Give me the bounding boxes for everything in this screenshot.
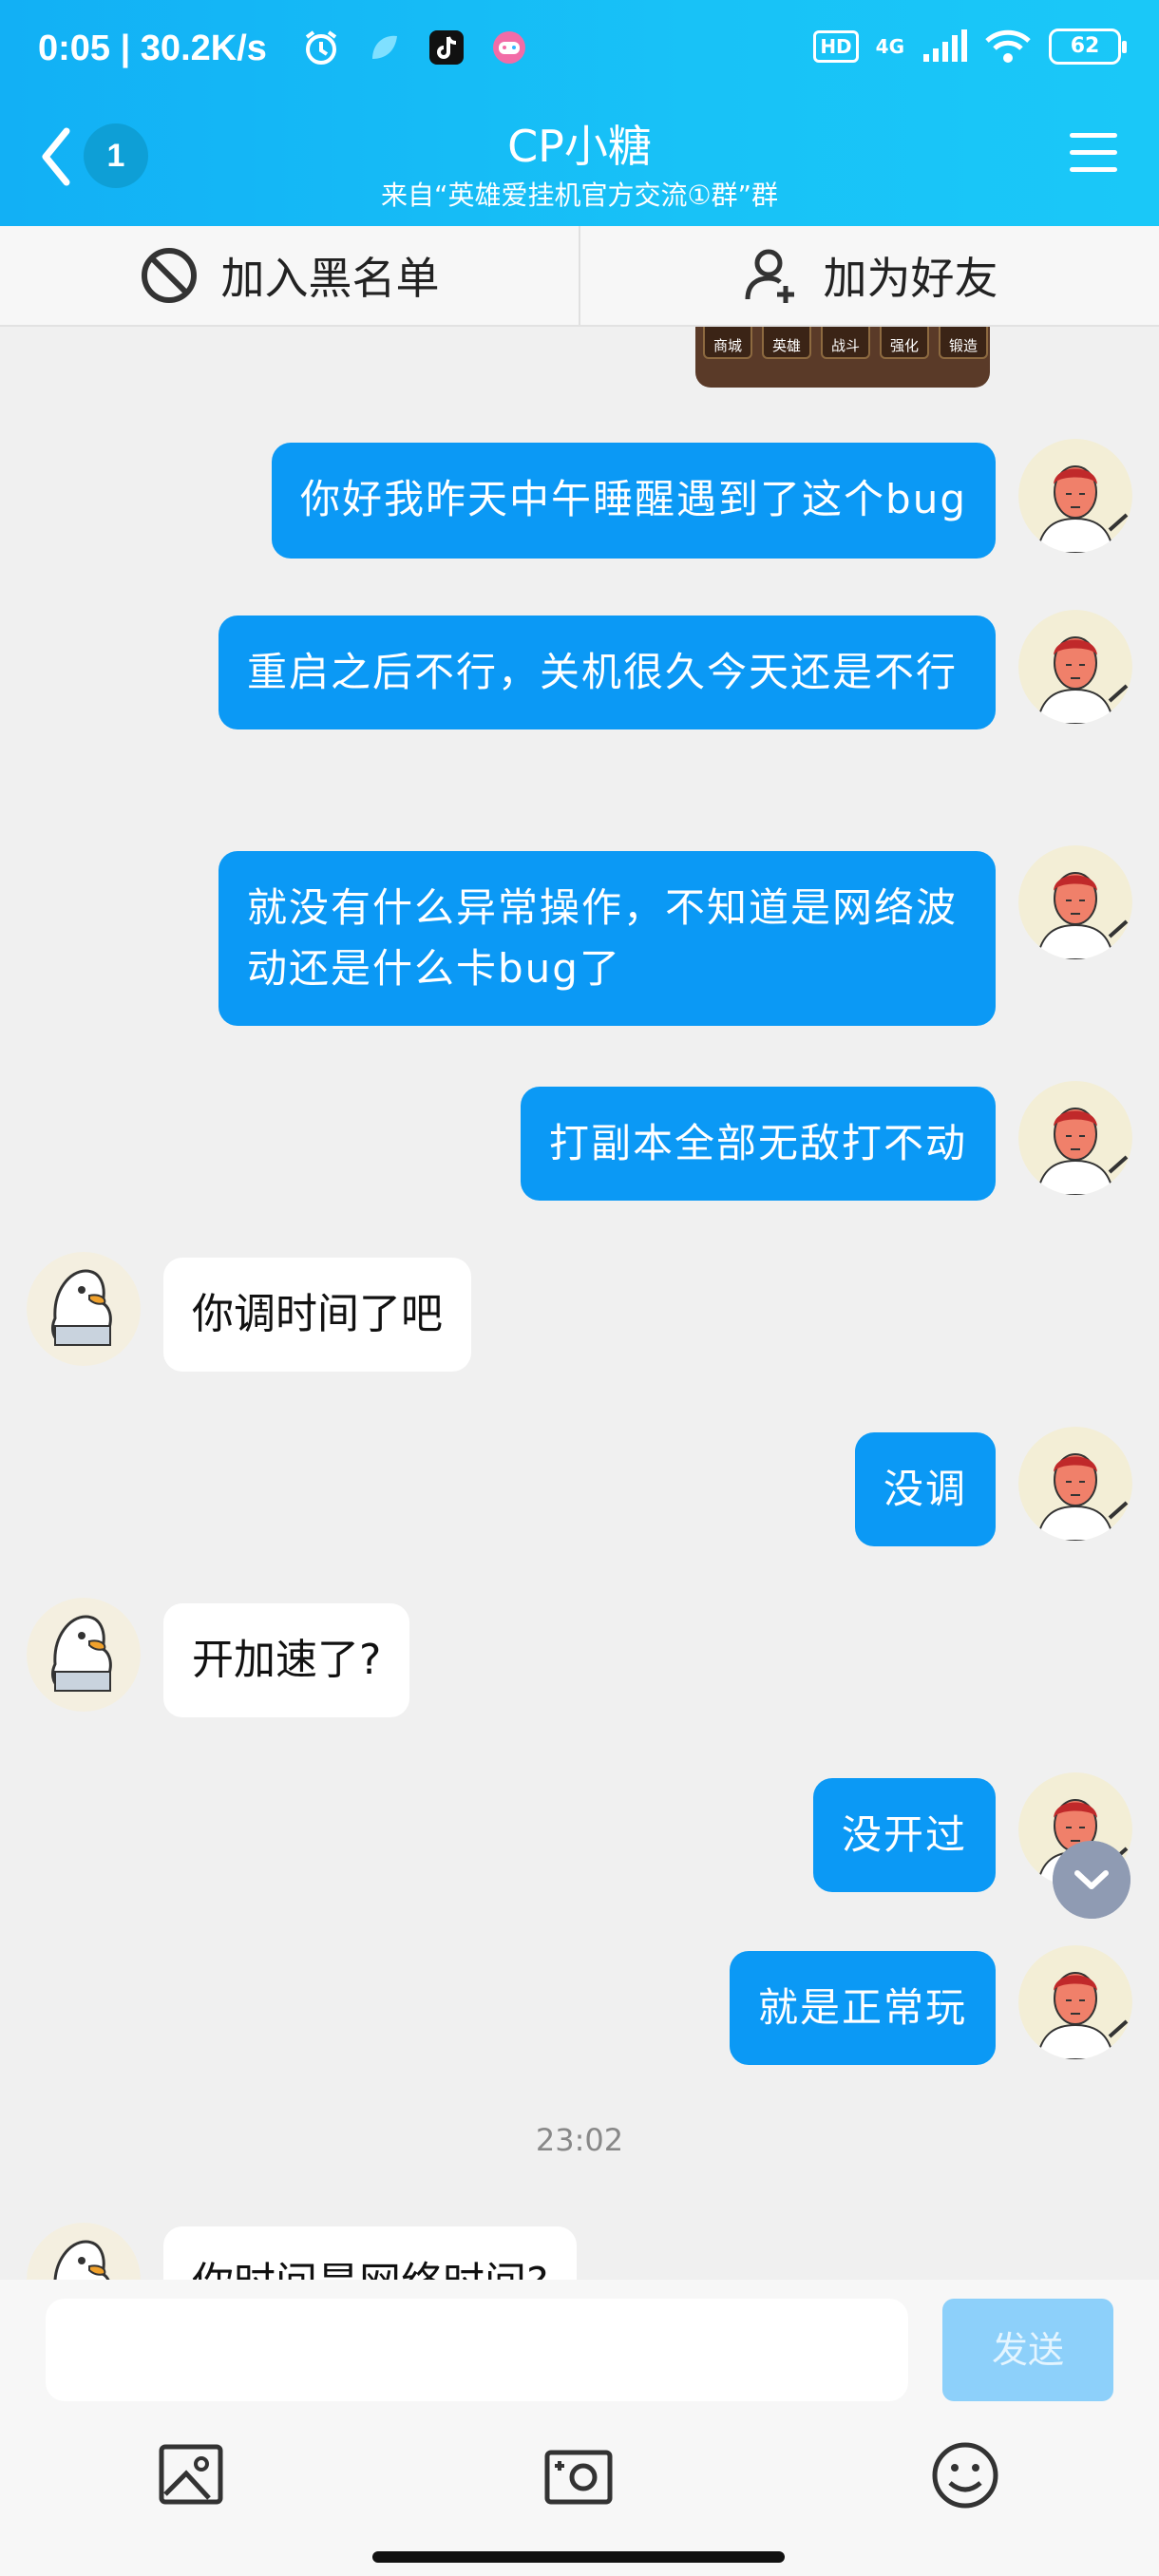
outgoing-message[interactable]: 就没有什么异常操作，不知道是网络波动还是什么卡bug了 (218, 851, 996, 1026)
game-center-icon (493, 31, 525, 64)
notification-icons (302, 28, 528, 66)
outgoing-message[interactable]: 没调 (854, 1432, 996, 1546)
contact-avatar[interactable] (27, 1252, 141, 1366)
my-avatar[interactable] (1018, 845, 1132, 959)
block-icon (141, 248, 197, 303)
contact-avatar[interactable] (27, 1598, 141, 1712)
add-friend-button[interactable]: 加为好友 (579, 226, 1159, 325)
outgoing-message[interactable]: 打副本全部无敌打不动 (520, 1087, 996, 1201)
contact-avatar[interactable] (27, 2223, 141, 2280)
my-avatar[interactable] (1018, 439, 1132, 553)
my-avatar[interactable] (1018, 1081, 1132, 1195)
message-timestamp: 23:02 (535, 2122, 624, 2158)
image-gallery-icon[interactable] (156, 2437, 232, 2513)
chat-title: CP小糖 (507, 121, 652, 172)
action-bar: 加入黑名单 加为好友 (0, 226, 1159, 327)
signal-icon (923, 29, 967, 62)
my-avatar[interactable] (1018, 1945, 1132, 2059)
my-avatar[interactable] (1018, 1427, 1132, 1541)
game-screenshot-image[interactable]: 商城 英雄 战斗 强化 锻造 (695, 327, 990, 388)
alarm-icon (305, 30, 337, 65)
menu-icon[interactable] (1070, 133, 1117, 177)
input-bar: 发送 (0, 2280, 1159, 2576)
incoming-message[interactable]: 你时间是网络时间? (163, 2226, 578, 2280)
hd-badge: HD (813, 30, 859, 63)
chat-subtitle: 来自“英雄爱挂机官方交流①群”群 (380, 180, 779, 211)
game-thumb-label: 商城 (703, 327, 752, 359)
incoming-message[interactable]: 你调时间了吧 (163, 1258, 471, 1372)
network-label: 4G (875, 35, 904, 58)
outgoing-message[interactable]: 没开过 (812, 1778, 996, 1892)
blacklist-button[interactable]: 加入黑名单 (0, 226, 579, 325)
system-icons: HD 4G 62 (813, 28, 1127, 65)
add-friend-label: 加为好友 (823, 253, 998, 304)
camera-icon[interactable] (542, 2437, 618, 2513)
status-bar: 0:05 | 30.2K/s HD 4G 62 (0, 0, 1159, 104)
message-input[interactable] (46, 2299, 908, 2401)
add-person-icon (745, 249, 794, 303)
outgoing-message[interactable]: 重启之后不行，关机很久今天还是不行 (218, 616, 996, 729)
incoming-message[interactable]: 开加速了? (163, 1603, 410, 1717)
status-time: 0:05 | 30.2K/s (38, 28, 267, 68)
game-thumb-label: 强化 (880, 327, 929, 359)
scroll-to-bottom-button[interactable] (1053, 1841, 1130, 1919)
outgoing-message[interactable]: 就是正常玩 (729, 1951, 996, 2065)
game-thumb-label: 锻造 (939, 327, 988, 359)
outgoing-message[interactable]: 你好我昨天中午睡醒遇到了这个bug (272, 443, 996, 559)
my-avatar[interactable] (1018, 610, 1132, 724)
game-thumb-label: 战斗 (821, 327, 870, 359)
send-button[interactable]: 发送 (942, 2299, 1113, 2401)
top-bar: 0:05 | 30.2K/s HD 4G 62 1 CP小糖 来自“英雄爱挂机官… (0, 0, 1159, 226)
tiktok-icon (429, 30, 464, 65)
chat-area[interactable]: 商城 英雄 战斗 强化 锻造 你好我昨天中午睡醒遇到了这个bug 重启之后不行，… (0, 327, 1159, 2280)
leaf-app-icon (372, 35, 397, 59)
battery-indicator: 62 (1049, 28, 1127, 65)
blacklist-label: 加入黑名单 (220, 253, 440, 304)
home-indicator[interactable] (372, 2551, 785, 2563)
emoji-icon[interactable] (927, 2437, 1003, 2513)
wifi-icon (985, 29, 1031, 63)
game-thumb-label: 英雄 (762, 327, 811, 359)
